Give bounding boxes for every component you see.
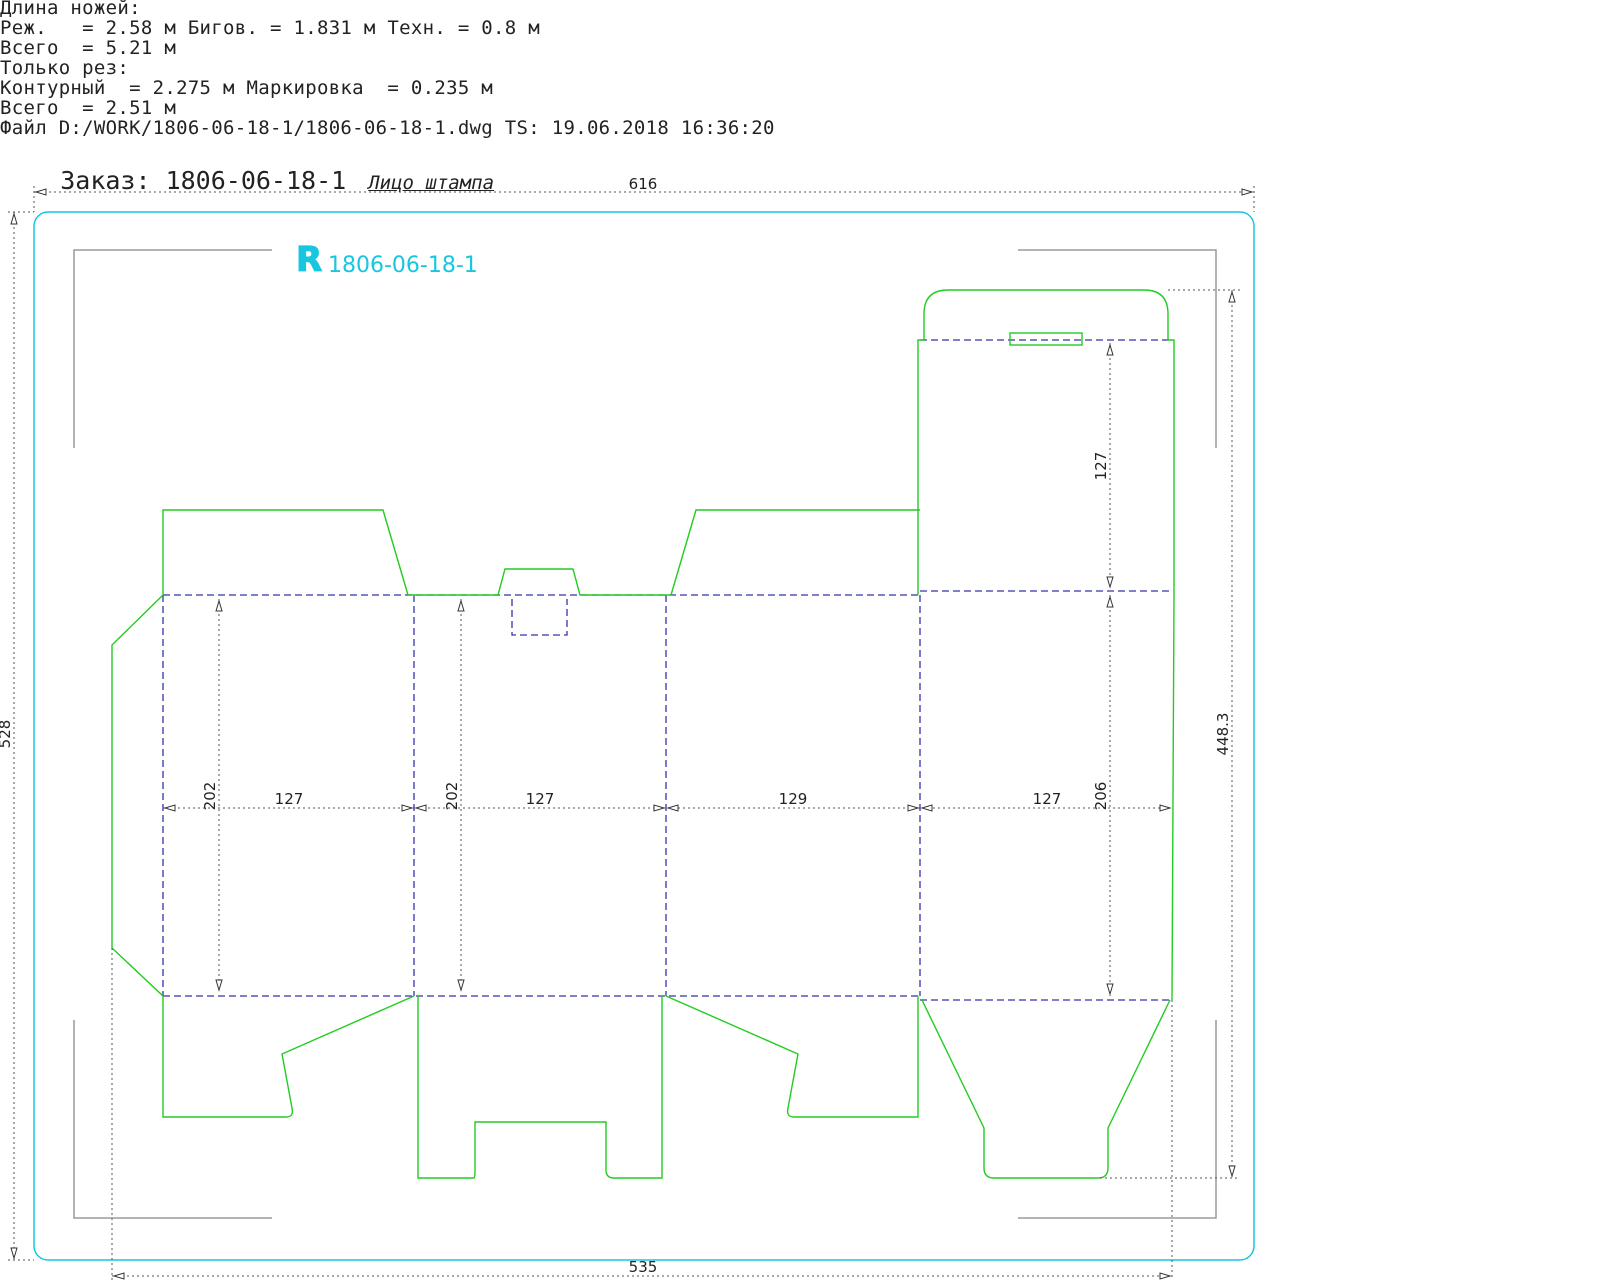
cut-bottom-flap-3 [665, 995, 919, 1118]
dim-panel-2-height: 202 [443, 782, 461, 811]
dimension-arrows [10, 188, 1254, 1280]
dim-panel-4-width: 127 [1033, 790, 1062, 808]
dim-panel-1-width: 127 [275, 790, 304, 808]
arrow [1159, 804, 1172, 812]
cut-top-flap-1 [162, 509, 414, 596]
arrow [112, 1272, 125, 1280]
arrow [1228, 1165, 1236, 1178]
crease-tab [511, 599, 568, 636]
arrow [414, 804, 427, 812]
dim-panel-1-height: 202 [201, 782, 219, 811]
dim-overall-width: 616 [629, 175, 658, 193]
dim-lid-height: 127 [1092, 452, 1110, 481]
arrow [215, 979, 223, 992]
crease-lines [162, 339, 1172, 1001]
cut-bottom-flap-1 [162, 995, 415, 1118]
corner-frame [73, 249, 1217, 1219]
cut-top-tab-2 [414, 568, 666, 596]
arrow [1106, 343, 1114, 356]
dim-panel-3-width: 129 [779, 790, 808, 808]
die-drawing: R 1806-06-18-1 616 528 535 448.3 127 127… [0, 175, 1255, 1280]
arrow [666, 804, 679, 812]
dim-panel-4-height: 206 [1092, 782, 1110, 811]
arrow [1106, 576, 1114, 589]
arrow [457, 599, 465, 612]
cut-bottom-flap-4 [921, 999, 1171, 1179]
cut-top-flap-3 [666, 509, 920, 596]
dim-overall-height: 528 [0, 720, 14, 749]
arrow [1159, 1272, 1172, 1280]
dim-blank-width: 535 [629, 1258, 658, 1276]
arrow [1106, 983, 1114, 996]
arrow [457, 979, 465, 992]
stamp-code: 1806-06-18-1 [328, 253, 478, 278]
frame-corner-tl [73, 249, 272, 448]
arrow [1228, 290, 1236, 303]
frame-corner-bl [73, 1020, 272, 1219]
cut-lid-slot [1009, 332, 1083, 346]
dim-blank-height: 448.3 [1214, 713, 1232, 756]
stamp-logo-letter: R [296, 240, 322, 280]
frame-corner-br [1018, 1020, 1217, 1219]
frame-corner-tr [1018, 249, 1217, 448]
arrow [1106, 595, 1114, 608]
arrow [907, 804, 920, 812]
arrow [10, 212, 18, 225]
arrow [401, 804, 414, 812]
cut-bottom-panel-2 [417, 996, 663, 1179]
arrow [920, 804, 933, 812]
cut-lines [111, 289, 1175, 1179]
cut-glue-flap [111, 594, 164, 997]
dimension-lines [8, 186, 1255, 1280]
cut-lid [917, 289, 1175, 1001]
dim-panel-2-width: 127 [526, 790, 555, 808]
arrow [163, 804, 176, 812]
arrow [215, 599, 223, 612]
arrow [10, 1247, 18, 1260]
arrow [34, 188, 47, 196]
arrow [653, 804, 666, 812]
board-border [33, 211, 1255, 1261]
arrow [1241, 188, 1254, 196]
stamp-logo: R 1806-06-18-1 [295, 239, 478, 280]
